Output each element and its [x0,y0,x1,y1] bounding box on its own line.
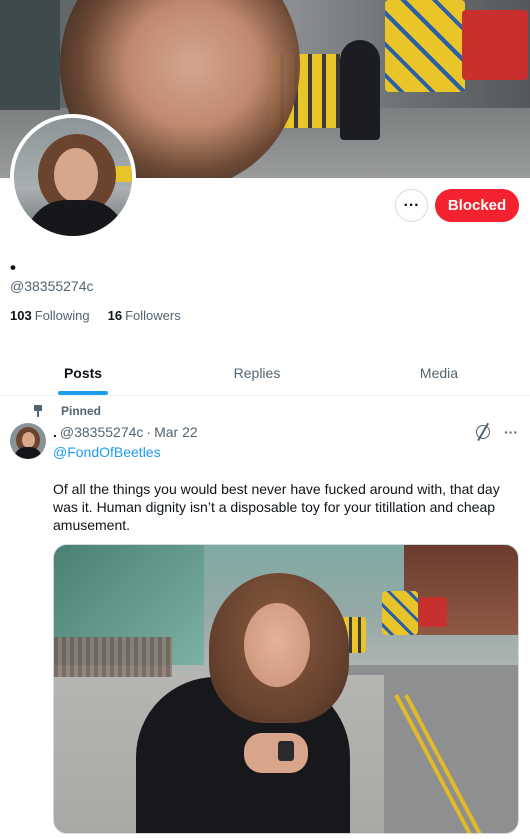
profile-avatar[interactable] [10,114,136,240]
follow-stats: 103 Following 16 Followers [10,308,181,323]
user-handle: @38355274c [10,278,94,294]
tab-posts[interactable]: Posts [0,350,166,395]
blocked-button[interactable]: Blocked [435,189,519,222]
active-tab-indicator [58,391,108,395]
display-name: • [10,258,16,277]
avatar-face [54,148,98,202]
tab-posts-label: Posts [63,364,103,381]
media-red-van [419,597,447,627]
tweet-actions: ··· [474,423,518,441]
more-options-button[interactable]: ··· [395,189,428,222]
pinned-label: Pinned [61,404,102,418]
media-phone [278,741,294,761]
blocked-label: Blocked [447,197,507,214]
media-person-hands [244,733,308,773]
tweet-mention-link[interactable]: @FondOfBeetles [53,444,161,460]
tweet-text: Of all the things you would best never h… [53,481,500,533]
followers-count: 16 [107,308,123,323]
following-link[interactable]: 103 Following [10,308,90,323]
media-person-face [244,603,310,687]
pin-icon [33,405,43,417]
banner-building [0,0,60,110]
media-ambulance [382,591,418,635]
tab-media[interactable]: Media [348,350,530,395]
followers-link[interactable]: 16 Followers [108,308,181,323]
tweet-header: . @38355274c · Mar 22 [53,424,198,440]
banner-ambulance [385,0,465,92]
tab-media-label: Media [419,364,459,381]
profile-tabs: Posts Replies Media [0,350,530,396]
media-fence [54,637,172,677]
tab-replies[interactable]: Replies [166,350,348,395]
tweet-more-icon[interactable]: ··· [504,424,518,440]
tweet-date[interactable]: Mar 22 [154,424,198,440]
tweet-separator: · [146,424,152,440]
pinned-indicator: Pinned [33,404,101,418]
banner-red-van [462,10,528,80]
tweet-author-name[interactable]: . [53,424,57,440]
following-label: Following [34,308,90,323]
tweet-avatar[interactable] [10,423,46,459]
followers-label: Followers [125,308,181,323]
more-icon: ··· [403,196,420,214]
following-count: 103 [10,308,32,323]
banner-person [340,40,380,140]
tab-replies-label: Replies [233,364,281,381]
grok-icon[interactable] [474,423,492,441]
tweet-author-handle[interactable]: @38355274c [60,424,144,440]
tweet-media-image[interactable] [53,544,519,834]
tweet-avatar-coat [14,447,42,459]
tweet-avatar-face [22,432,35,448]
